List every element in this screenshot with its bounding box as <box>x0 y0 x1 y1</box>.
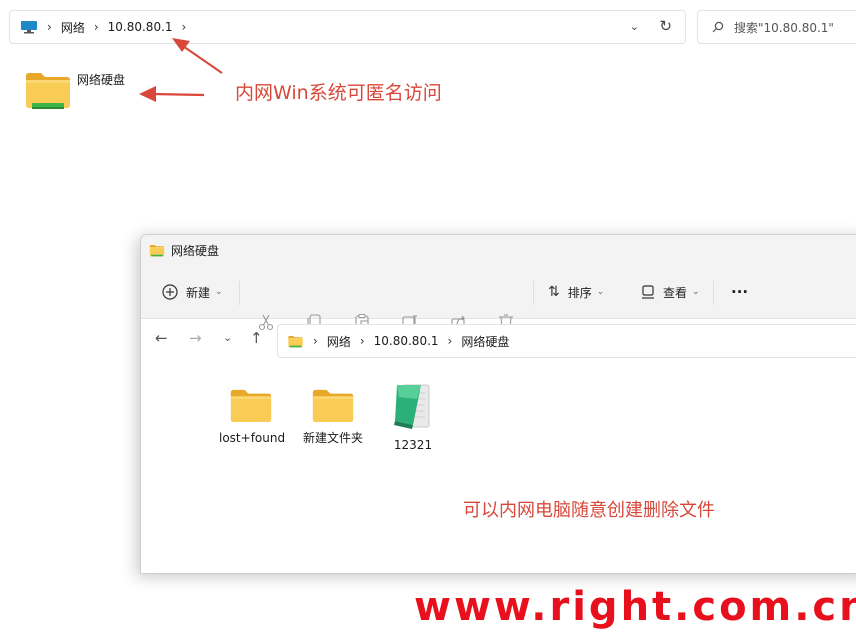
list-item[interactable]: 新建文件夹 <box>297 387 369 446</box>
list-item[interactable]: lost+found <box>219 387 286 446</box>
chevron-down-icon: ⌄ <box>692 287 700 297</box>
view-button[interactable]: 查看 ⌄ <box>639 279 700 305</box>
view-icon <box>642 285 654 299</box>
list-item[interactable]: 12321 <box>381 381 445 453</box>
breadcrumb-host[interactable]: 10.80.80.1 <box>374 334 439 348</box>
window-title: 网络硬盘 <box>171 243 220 258</box>
window-titlebar[interactable]: 网络硬盘 <box>141 235 856 265</box>
navigation-row: ← → ⌄ ↑ › 网络 › 10.80.80.1 › 网络硬盘 <box>141 319 856 363</box>
up-icon[interactable]: ↑ <box>250 329 263 347</box>
item-label: 新建文件夹 <box>302 431 363 445</box>
folder-icon <box>311 387 355 424</box>
annotation-create-delete: 可以内网电脑随意创建删除文件 <box>463 500 715 521</box>
more-button[interactable]: ··· <box>731 279 748 305</box>
view-label: 查看 <box>663 285 688 300</box>
recent-dropdown-icon[interactable]: ⌄ <box>223 331 232 344</box>
explorer-window: 网络硬盘 新建 ⌄ ⇅ 排序 ⌄ 查看 ⌄ ··· ← → ⌄ ↑ › 网络 ›… <box>140 234 856 574</box>
sort-icon: ⇅ <box>548 284 560 300</box>
item-label: 12321 <box>393 438 433 452</box>
chevron-right-icon: › <box>447 334 453 348</box>
chevron-down-icon: ⌄ <box>215 287 223 297</box>
new-button[interactable]: 新建 ⌄ <box>161 279 223 305</box>
breadcrumb-network[interactable]: 网络 <box>327 333 351 350</box>
more-label: ··· <box>731 283 749 301</box>
folder-icon <box>287 335 304 347</box>
folder-icon <box>149 244 165 256</box>
forward-icon[interactable]: → <box>189 329 202 347</box>
watermark: www.right.com.cn <box>414 584 856 630</box>
chevron-right-icon: › <box>359 334 365 348</box>
notepad-file-icon <box>394 384 430 429</box>
chevron-down-icon: ⌄ <box>596 287 605 297</box>
plus-circle-icon <box>162 284 178 300</box>
back-icon[interactable]: ← <box>155 329 168 347</box>
address-bar[interactable]: › 网络 › 10.80.80.1 › 网络硬盘 <box>277 324 856 358</box>
folder-icon <box>229 387 273 424</box>
annotation-anonymous-access: 内网Win系统可匿名访问 <box>235 82 442 104</box>
command-bar: 新建 ⌄ ⇅ 排序 ⌄ 查看 ⌄ ··· <box>141 265 856 331</box>
sort-button[interactable]: ⇅ 排序 ⌄ <box>548 279 604 305</box>
breadcrumb-share[interactable]: 网络硬盘 <box>461 333 509 350</box>
new-label: 新建 <box>186 285 211 300</box>
item-label: lost+found <box>219 431 286 445</box>
sort-label: 排序 <box>567 285 592 300</box>
chevron-right-icon: › <box>313 334 318 348</box>
